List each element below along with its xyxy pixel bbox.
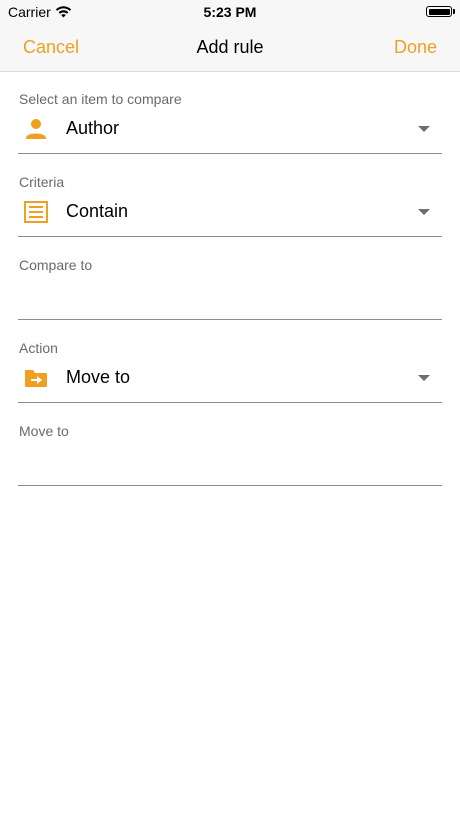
criteria-select[interactable]: Contain [18, 197, 442, 227]
compare-item-value: Author [66, 118, 120, 138]
compare-to-input[interactable] [18, 284, 442, 312]
dropdown-arrow-icon [418, 126, 430, 132]
compare-to-label: Compare to [19, 257, 93, 273]
action-field: Action Move to [18, 337, 442, 403]
move-to-label: Move to [19, 423, 69, 439]
battery-tip [453, 9, 455, 14]
criteria-value: Contain [66, 201, 129, 221]
move-to-input[interactable] [18, 450, 442, 478]
action-value: Move to [66, 367, 131, 387]
move-to-field: Move to [18, 420, 442, 486]
dropdown-arrow-icon [418, 209, 430, 215]
done-button[interactable]: Done [394, 37, 437, 58]
folder-move-icon [25, 370, 47, 387]
action-label: Action [19, 340, 58, 356]
status-bar: Carrier 5:23 PM [0, 0, 460, 26]
battery-icon [426, 6, 452, 17]
status-time: 5:23 PM [203, 4, 257, 20]
compare-item-label: Select an item to compare [19, 91, 182, 107]
list-icon [24, 201, 48, 223]
action-select[interactable]: Move to [18, 363, 442, 393]
compare-to-field: Compare to [18, 254, 442, 320]
criteria-field: Criteria Contain [18, 171, 442, 237]
person-icon [26, 119, 46, 139]
criteria-label: Criteria [19, 174, 65, 190]
dropdown-arrow-icon [418, 375, 430, 381]
navigation-bar: Cancel Add rule Done [0, 26, 460, 72]
page-title: Add rule [196, 37, 264, 57]
compare-item-select[interactable]: Author [18, 114, 442, 144]
compare-item-field: Select an item to compare Author [18, 88, 442, 154]
